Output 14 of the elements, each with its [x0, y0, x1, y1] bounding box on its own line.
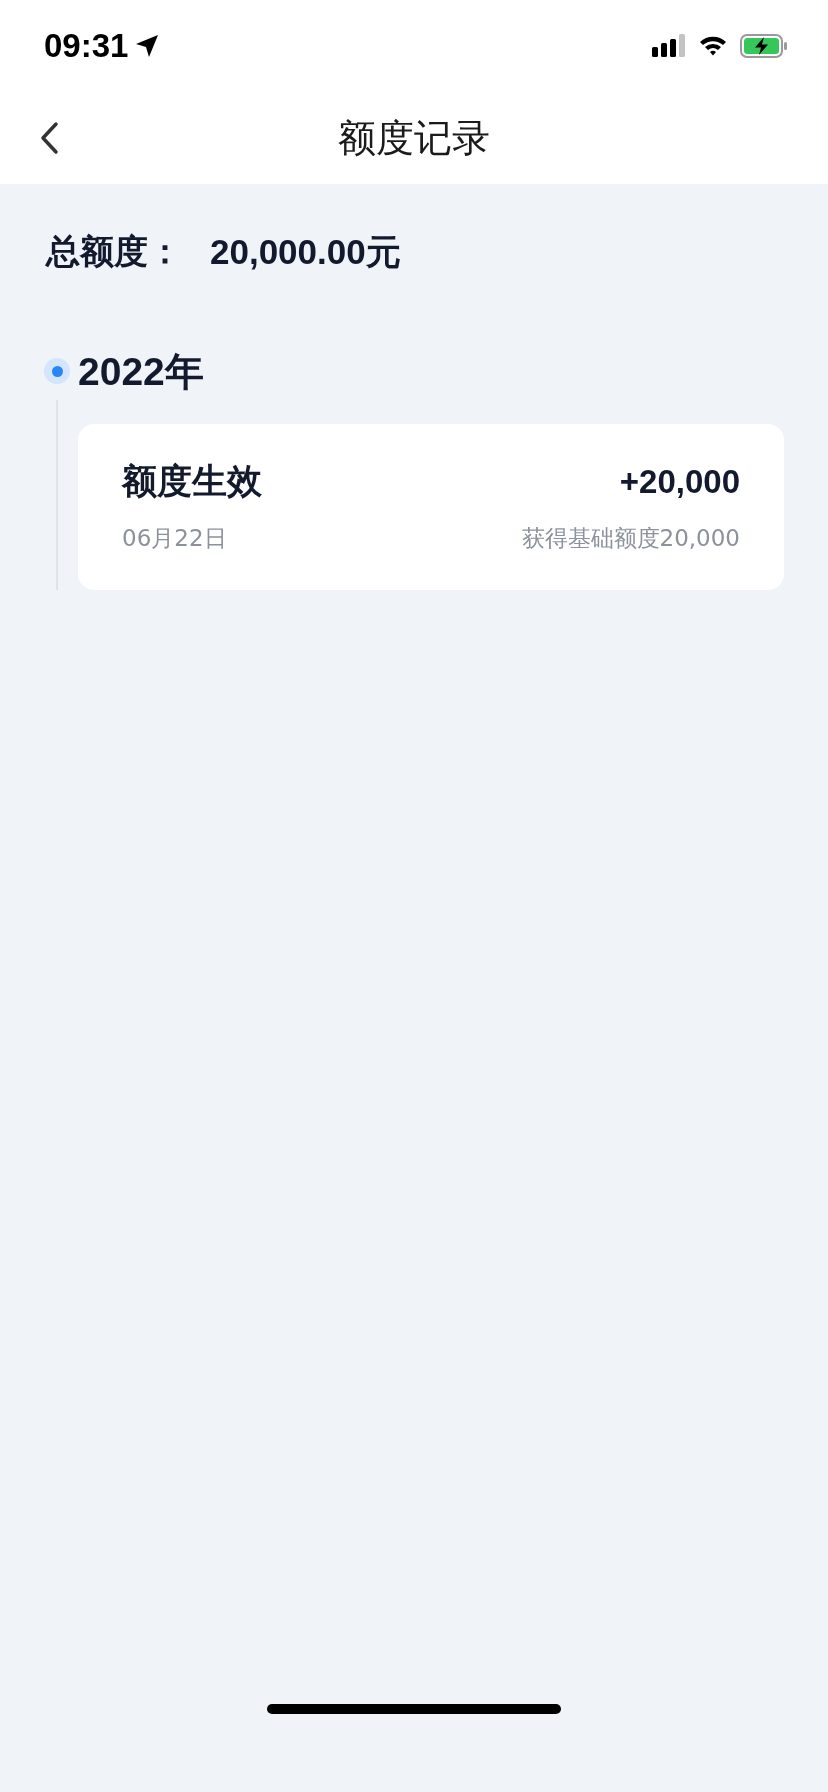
record-date: 06月22日: [122, 524, 228, 553]
total-label: 总额度：: [46, 230, 182, 273]
record-title: 额度生效: [122, 460, 263, 503]
record-amount: +20,000: [618, 462, 740, 501]
signal-icon: [652, 33, 686, 59]
wifi-icon: [698, 35, 728, 57]
timeline-dot-icon: [44, 358, 70, 384]
total-value: 20,000.00元: [210, 230, 401, 273]
location-icon: [134, 33, 161, 59]
record-note: 获得基础额度20,000: [521, 524, 740, 553]
status-time: 09:31: [44, 27, 129, 65]
year-heading: 2022年: [78, 349, 205, 395]
battery-charging-icon: [740, 34, 788, 58]
page-title: 额度记录: [338, 114, 490, 162]
